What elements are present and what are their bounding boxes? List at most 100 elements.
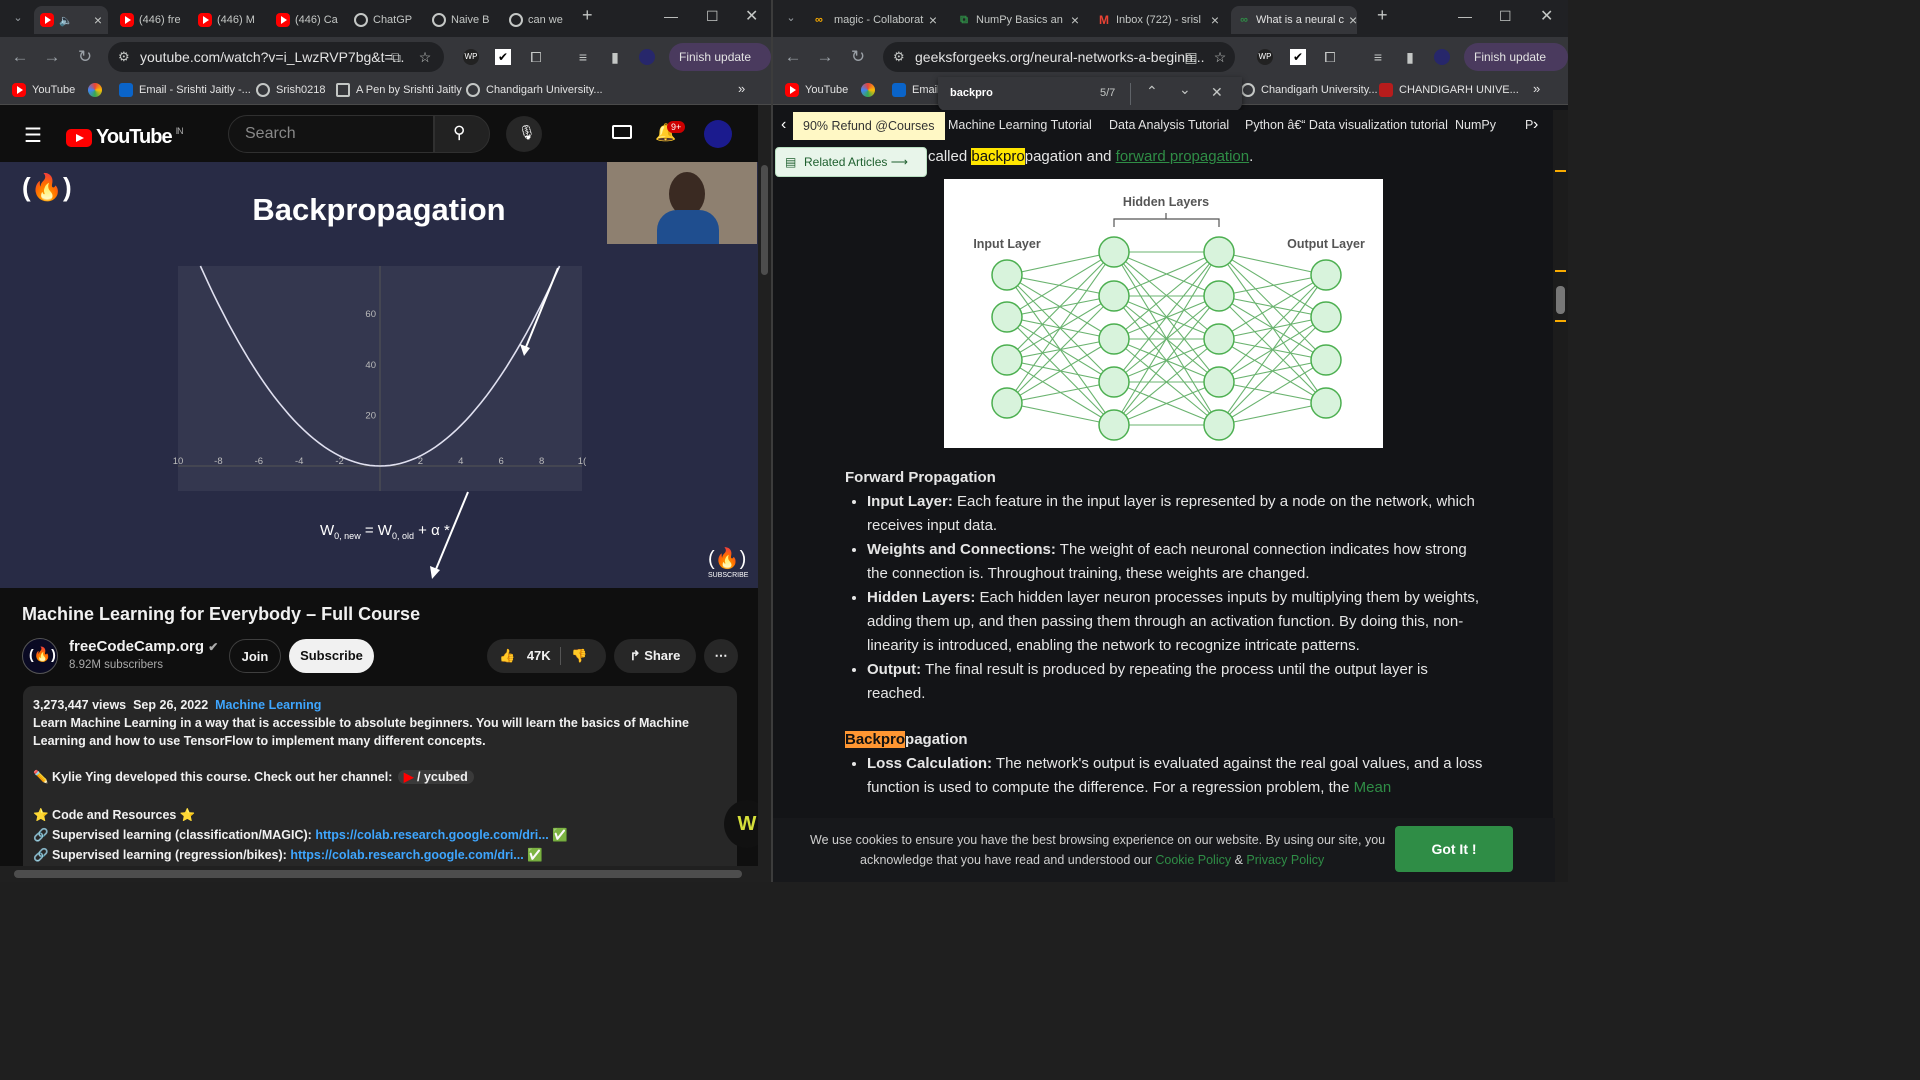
- bookmark-pinwheel[interactable]: [88, 83, 102, 97]
- finish-update-button[interactable]: Finish update ⋮: [669, 43, 771, 92]
- nav-left-arrow-icon[interactable]: ‹: [781, 116, 786, 134]
- tab-5[interactable]: Naive B: [426, 6, 500, 34]
- nav-python-visualization[interactable]: Python â€“ Data visualization tutorial: [1245, 118, 1448, 132]
- wordpress-extension-icon[interactable]: WP: [463, 49, 479, 65]
- find-query-input[interactable]: backpro: [950, 87, 993, 99]
- profile-avatar-icon[interactable]: [639, 49, 655, 65]
- site-info-icon[interactable]: ⚙: [893, 42, 905, 72]
- tab-youtube-active[interactable]: 🔈 ×: [34, 6, 108, 34]
- mean-link[interactable]: Mean: [1354, 779, 1392, 796]
- tab-gfg-active[interactable]: ∞ What is a neural c ×: [1231, 6, 1357, 34]
- close-icon[interactable]: ×: [1071, 12, 1079, 28]
- join-button[interactable]: Join: [229, 639, 281, 673]
- tab-4[interactable]: ChatGP: [348, 6, 422, 34]
- find-previous-icon[interactable]: ⌃: [1146, 83, 1158, 100]
- tab-2[interactable]: (446) M: [192, 6, 266, 34]
- share-button[interactable]: ↱ Share: [614, 639, 696, 673]
- side-panel-icon[interactable]: ▮: [1402, 49, 1418, 65]
- tab-6[interactable]: can we: [503, 6, 577, 34]
- voice-search-button[interactable]: 🎙: [506, 116, 542, 152]
- reading-mode-icon[interactable]: ▤: [1183, 49, 1199, 65]
- youtube-logo[interactable]: YouTube IN: [66, 126, 184, 149]
- like-icon[interactable]: 👍: [499, 648, 515, 663]
- channel-avatar[interactable]: (🔥): [22, 638, 58, 674]
- find-next-icon[interactable]: ⌄: [1179, 81, 1191, 98]
- forward-propagation-link[interactable]: forward propagation: [1116, 148, 1249, 165]
- bookmark-youtube[interactable]: YouTube: [12, 83, 75, 97]
- more-actions-button[interactable]: ⋯: [704, 639, 738, 673]
- maximize-icon[interactable]: ☐: [1499, 8, 1512, 25]
- window-close-icon[interactable]: ✕: [1540, 6, 1553, 26]
- close-icon[interactable]: ×: [94, 12, 102, 28]
- minimize-icon[interactable]: —: [1458, 8, 1472, 24]
- like-count[interactable]: 47K: [527, 648, 551, 663]
- profile-avatar-icon[interactable]: [1434, 49, 1450, 65]
- media-queue-icon[interactable]: ≡: [1370, 49, 1386, 65]
- finish-update-button[interactable]: Finish update ⋮: [1464, 43, 1568, 92]
- horizontal-scrollbar[interactable]: [0, 866, 758, 882]
- menu-icon[interactable]: ☰: [24, 123, 42, 148]
- bookmark-email[interactable]: Email: [892, 83, 940, 97]
- dislike-icon[interactable]: 👎: [571, 639, 587, 673]
- tab-gmail[interactable]: M Inbox (722) - srisl ×: [1091, 6, 1225, 34]
- tab-numpy[interactable]: ⧉ NumPy Basics an ×: [951, 6, 1085, 34]
- vertical-scrollbar[interactable]: [758, 105, 771, 882]
- new-tab-icon[interactable]: +: [582, 5, 593, 26]
- close-icon[interactable]: ×: [929, 12, 937, 28]
- colab-link-1[interactable]: https://colab.research.google.com/dri...: [315, 828, 548, 842]
- more-bookmarks-icon[interactable]: »: [1533, 81, 1540, 96]
- bookmark-star-icon[interactable]: ☆: [417, 49, 433, 65]
- user-avatar[interactable]: [704, 120, 732, 148]
- privacy-policy-link[interactable]: Privacy Policy: [1246, 853, 1324, 867]
- description-box[interactable]: 3,273,447 views Sep 26, 2022 Machine Lea…: [23, 686, 737, 876]
- bookmark-codepen[interactable]: A Pen by Srishti Jaitly: [336, 83, 462, 97]
- tab-3[interactable]: (446) Ca: [270, 6, 344, 34]
- checkbox-extension-icon[interactable]: ✔: [1290, 49, 1306, 65]
- side-panel-icon[interactable]: ▮: [607, 49, 623, 65]
- checkbox-extension-icon[interactable]: ✔: [495, 49, 511, 65]
- tab-search-icon[interactable]: ⌄: [779, 6, 803, 30]
- maximize-icon[interactable]: ☐: [706, 8, 719, 25]
- search-button[interactable]: ⚲: [434, 115, 490, 153]
- forward-icon[interactable]: →: [40, 45, 64, 69]
- channel-chip[interactable]: ▶ / ycubed: [397, 770, 474, 784]
- subscribe-button[interactable]: Subscribe: [289, 639, 374, 673]
- tab-1[interactable]: (446) fre: [114, 6, 188, 34]
- install-icon[interactable]: ⧉: [388, 49, 404, 65]
- bookmark-chandigarh[interactable]: Chandigarh University...: [466, 83, 603, 97]
- extensions-icon[interactable]: ⧠: [1322, 49, 1338, 65]
- tab-colab[interactable]: ∞ magic - Collaborat ×: [809, 6, 943, 34]
- nav-numpy[interactable]: NumPy: [1455, 118, 1496, 132]
- bookmark-star-icon[interactable]: ☆: [1212, 49, 1228, 65]
- site-info-icon[interactable]: ⚙: [118, 42, 130, 72]
- more-bookmarks-icon[interactable]: »: [738, 81, 745, 96]
- cookie-policy-link[interactable]: Cookie Policy: [1155, 853, 1231, 867]
- reload-icon[interactable]: ↻: [73, 45, 97, 69]
- media-queue-icon[interactable]: ≡: [575, 49, 591, 65]
- speaker-icon[interactable]: 🔈: [59, 14, 73, 27]
- tab-search-icon[interactable]: ⌄: [6, 6, 30, 30]
- reload-icon[interactable]: ↻: [846, 45, 870, 69]
- find-close-icon[interactable]: ✕: [1211, 84, 1223, 101]
- colab-link-2[interactable]: https://colab.research.google.com/dri...: [290, 848, 523, 862]
- close-icon[interactable]: ×: [1211, 12, 1219, 28]
- nav-data-analysis[interactable]: Data Analysis Tutorial: [1109, 118, 1229, 132]
- bookmark-chandigarh-2[interactable]: CHANDIGARH UNIVE...: [1379, 83, 1519, 97]
- bookmark-chandigarh[interactable]: Chandigarh University...: [1241, 83, 1378, 97]
- bookmark-github[interactable]: Srish0218: [256, 83, 326, 97]
- wordpress-extension-icon[interactable]: WP: [1257, 49, 1273, 65]
- back-icon[interactable]: ←: [781, 45, 805, 69]
- bookmark-pinwheel[interactable]: [861, 83, 875, 97]
- bookmark-youtube[interactable]: YouTube: [785, 83, 848, 97]
- search-input[interactable]: Search: [228, 115, 434, 153]
- page-scrollbar[interactable]: [1553, 110, 1568, 882]
- hashtag-link[interactable]: Machine Learning: [215, 698, 321, 712]
- minimize-icon[interactable]: —: [664, 8, 678, 24]
- extensions-icon[interactable]: ⧠: [528, 49, 544, 65]
- create-video-icon[interactable]: [612, 125, 632, 139]
- nav-ml-tutorial[interactable]: Machine Learning Tutorial: [948, 118, 1092, 132]
- video-player[interactable]: (🔥) Backpropagation 10 -8 -6 -4 -2 2 4 6 8 1( 20 4…: [0, 162, 758, 588]
- got-it-button[interactable]: Got It !: [1395, 826, 1513, 872]
- nav-refund-courses[interactable]: 90% Refund @Courses: [793, 112, 945, 140]
- channel-name[interactable]: freeCodeCamp.org ✔: [69, 638, 218, 655]
